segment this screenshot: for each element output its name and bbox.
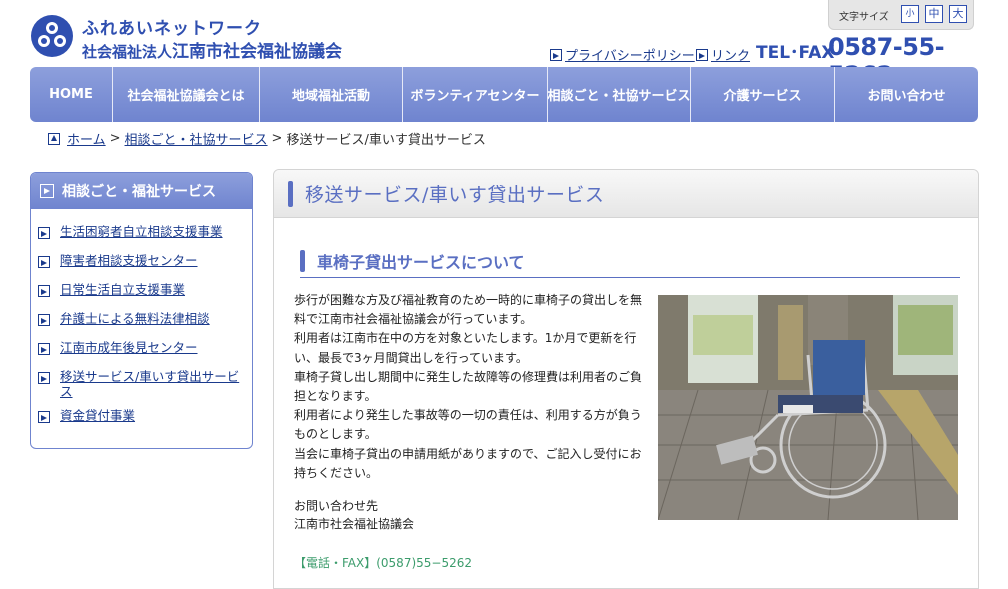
global-nav: HOME 社会福祉協議会とは 地域福祉活動 ボランティアセンター 相談ごと・社協… <box>30 67 978 122</box>
sidebar-title: 相談ごと・福祉サービス <box>62 184 216 200</box>
logo-icon[interactable] <box>30 14 74 58</box>
org-name-prefix: 社会福祉法人 <box>82 43 173 61</box>
breadcrumb-home-link[interactable]: ホーム <box>67 129 106 148</box>
font-size-small-button[interactable]: 小 <box>901 5 919 23</box>
section-heading: 車椅子貸出サービスについて <box>300 244 960 278</box>
arrow-right-icon <box>38 314 50 326</box>
font-size-medium-button[interactable]: 中 <box>925 5 943 23</box>
nav-item-community-welfare[interactable]: 地域福祉活動 <box>260 67 403 122</box>
sidebar-item-daily-life-support[interactable]: 日常生活自立支援事業 <box>38 282 252 302</box>
font-size-label: 文字サイズ <box>839 12 889 23</box>
breadcrumb-separator: > <box>271 131 283 146</box>
sidebar-menu: 生活困窮者自立相談支援事業 障害者相談支援センター 日常生活自立支援事業 弁護士… <box>31 209 252 428</box>
contact-label: お問い合わせ先 <box>294 499 379 513</box>
sidebar-item-disability-support[interactable]: 障害者相談支援センター <box>38 253 252 273</box>
title-accent-bar <box>288 180 293 207</box>
nav-item-consultation-services[interactable]: 相談ごと・社協サービス <box>548 67 691 122</box>
sidebar-item-label[interactable]: 江南市成年後見センター <box>60 340 245 355</box>
contact-block: お問い合わせ先 江南市社会福祉協議会 <box>294 497 414 533</box>
sidebar-item-loans[interactable]: 資金貸付事業 <box>38 408 252 428</box>
arrow-right-icon <box>38 411 50 423</box>
breadcrumb-parent-link[interactable]: 相談ごと・社協サービス <box>125 129 268 148</box>
arrow-right-icon <box>38 256 50 268</box>
tel-label: TEL･FAX <box>756 43 835 63</box>
body-paragraph: 利用者は江南市在中の方を対象といたします。1か月で更新を行い、最長で3ヶ月間貸出… <box>294 331 637 365</box>
arrow-right-icon <box>696 48 708 61</box>
sidebar-item-livelihood-support[interactable]: 生活困窮者自立相談支援事業 <box>38 224 252 244</box>
font-size-large-button[interactable]: 大 <box>949 5 967 23</box>
arrow-right-icon <box>550 48 562 61</box>
org-name[interactable]: 社会福祉法人江南市社会福祉協議会 <box>82 37 342 62</box>
privacy-policy-link[interactable]: プライバシーポリシー <box>550 45 695 64</box>
body-paragraph: 車椅子貸し出し期間中に発生した故障等の修理費は利用者のご負担となります。 <box>294 369 643 404</box>
breadcrumb-current: 移送サービス/車いす貸出サービス <box>286 133 486 148</box>
header: ふれあいネットワーク 社会福祉法人江南市社会福祉協議会 文字サイズ 小 中 大 … <box>0 0 1008 89</box>
section-title: 車椅子貸出サービスについて <box>317 252 525 272</box>
body-paragraph: 利用者により発生した事故等の一切の責任は、利用する方が負うものとします。 <box>294 408 642 442</box>
arrow-right-icon <box>40 184 54 198</box>
arrow-right-icon <box>38 343 50 355</box>
section-accent-bar <box>300 249 305 272</box>
main-content: 移送サービス/車いす貸出サービス 車椅子貸出サービスについて 歩行が困難な方及び… <box>273 169 979 589</box>
sidebar: 相談ごと・福祉サービス 生活困窮者自立相談支援事業 障害者相談支援センター 日常… <box>30 172 253 449</box>
nav-item-home[interactable]: HOME <box>30 67 113 122</box>
breadcrumb-separator: > <box>109 131 121 146</box>
sidebar-item-label[interactable]: 生活困窮者自立相談支援事業 <box>60 224 245 239</box>
sidebar-item-label[interactable]: 弁護士による無料法律相談 <box>60 311 245 326</box>
sidebar-item-label[interactable]: 日常生活自立支援事業 <box>60 282 245 297</box>
nav-item-about[interactable]: 社会福祉協議会とは <box>113 67 260 122</box>
org-name-main: 江南市社会福祉協議会 <box>172 42 343 62</box>
body-paragraph: 当会に車椅子貸出の申請用紙がありますので、ご記入し受付にお持ちください。 <box>294 446 642 480</box>
links-page-label: リンク <box>711 49 751 64</box>
home-icon <box>48 132 60 145</box>
arrow-right-icon <box>38 285 50 297</box>
org-tagline: ふれあいネットワーク <box>82 19 262 39</box>
arrow-right-icon <box>38 227 50 239</box>
wheelchair-photo <box>658 295 958 520</box>
contact-org: 江南市社会福祉協議会 <box>294 517 415 531</box>
page-title-bar: 移送サービス/車いす貸出サービス <box>274 170 978 218</box>
section-body: 歩行が困難な方及び福祉教育のため一時的に車椅子の貸出しを無料で江南市社会福祉協議… <box>294 291 652 483</box>
privacy-policy-label: プライバシーポリシー <box>565 49 695 64</box>
nav-item-volunteer-center[interactable]: ボランティアセンター <box>403 67 548 122</box>
sidebar-item-label[interactable]: 障害者相談支援センター <box>60 253 245 268</box>
sidebar-item-legal-consultation[interactable]: 弁護士による無料法律相談 <box>38 311 252 331</box>
nav-item-contact[interactable]: お問い合わせ <box>835 67 978 122</box>
contact-phone: 【電話・FAX】(0587)55−5262 <box>294 556 472 570</box>
font-size-switcher: 文字サイズ 小 中 大 <box>828 0 974 30</box>
sidebar-item-transport-wheelchair[interactable]: 移送サービス/車いす貸出サービス <box>38 369 252 399</box>
sidebar-header: 相談ごと・福祉サービス <box>31 173 252 209</box>
sidebar-item-label[interactable]: 移送サービス/車いす貸出サービス <box>60 369 245 399</box>
nav-item-care-services[interactable]: 介護サービス <box>691 67 835 122</box>
body-paragraph: 歩行が困難な方及び福祉教育のため一時的に車椅子の貸出しを無料で江南市社会福祉協議… <box>294 293 643 327</box>
sidebar-item-label[interactable]: 資金貸付事業 <box>60 408 245 423</box>
arrow-right-icon <box>38 372 50 384</box>
breadcrumb: ホーム > 相談ごと・社協サービス > 移送サービス/車いす貸出サービス <box>48 129 486 148</box>
links-page-link[interactable]: リンク <box>696 45 750 64</box>
page-title: 移送サービス/車いす貸出サービス <box>305 184 605 206</box>
sidebar-item-guardianship-center[interactable]: 江南市成年後見センター <box>38 340 252 360</box>
